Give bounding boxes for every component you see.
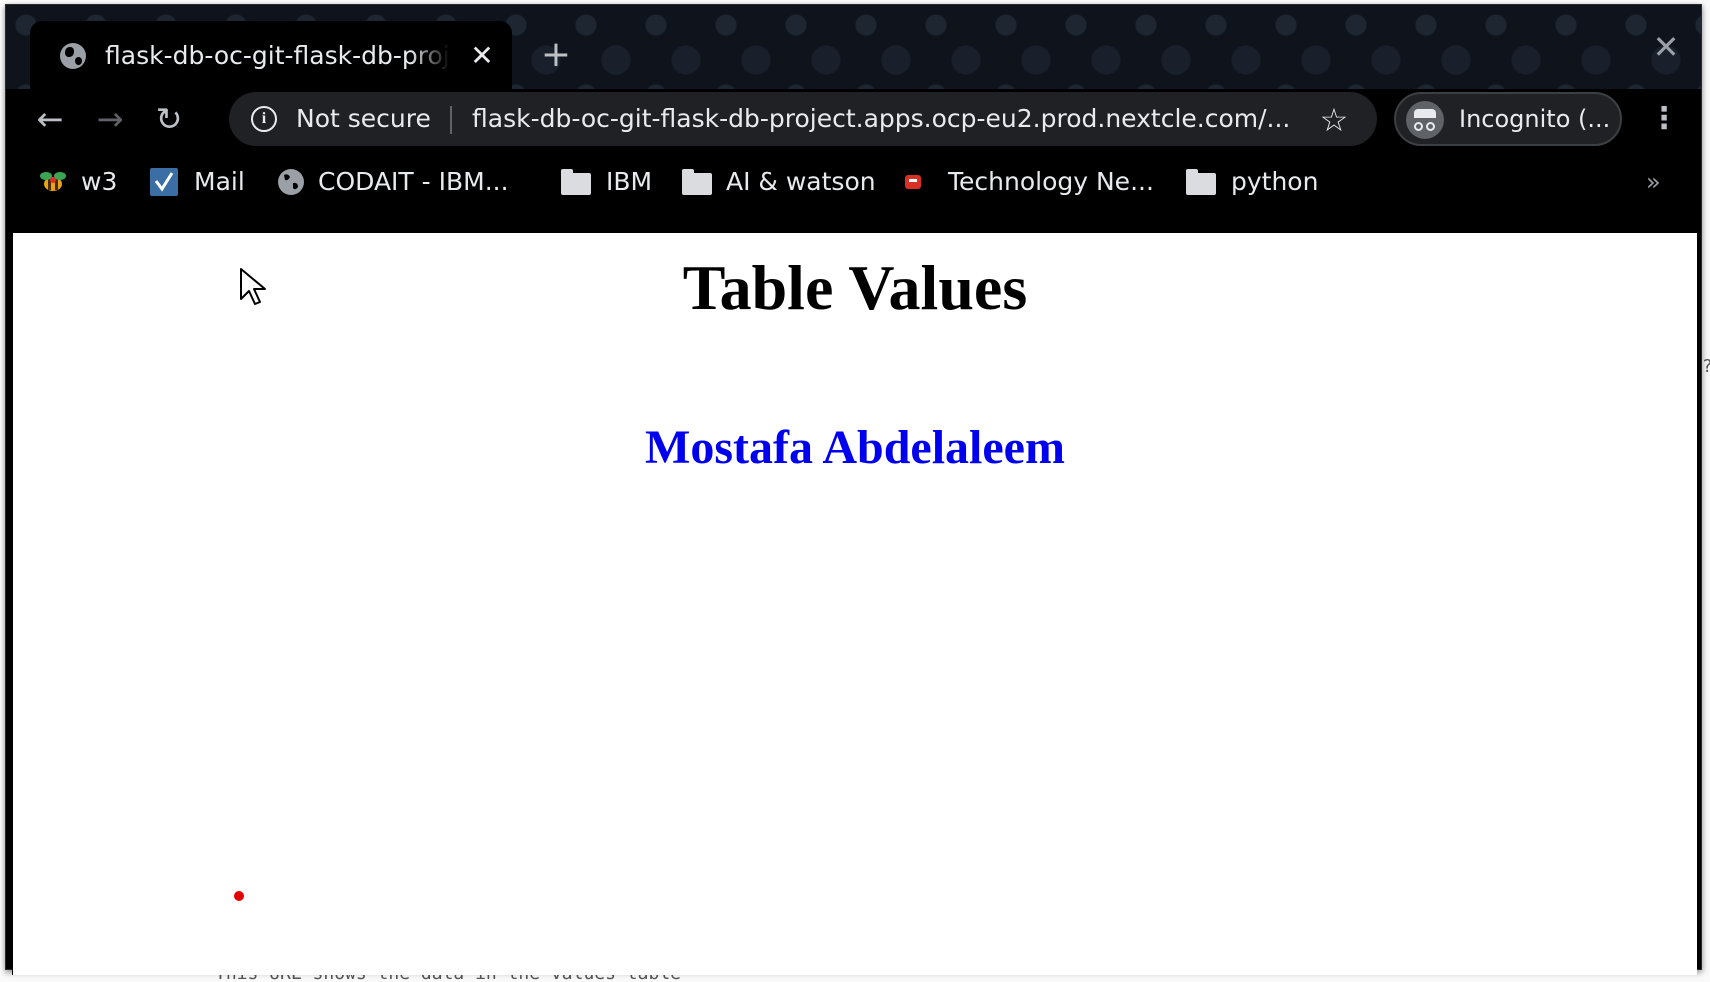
incognito-icon [1406,101,1444,139]
reload-button[interactable]: ↻ [147,97,191,141]
profile-button[interactable]: Incognito (... [1394,92,1622,146]
mouse-pointer-icon [240,268,266,305]
editor-fragment-right: ? [1702,356,1710,377]
folder-icon [561,169,591,195]
folder-icon [682,169,712,195]
globe-icon [60,43,86,69]
bookmark-folder-python[interactable]: python [1231,163,1318,201]
omnibox-divider [450,106,452,134]
profile-label: Incognito (... [1459,105,1611,133]
browser-window: flask-db-oc-git-flask-db-project ✕ + ✕ ←… [5,4,1702,975]
new-tab-button[interactable]: + [536,35,576,75]
recording-indicator [234,891,244,901]
bookmark-folder-ai-watson[interactable]: AI & watson [726,163,876,201]
tab-strip: flask-db-oc-git-flask-db-project ✕ + ✕ [6,5,1701,89]
window-close-button[interactable]: ✕ [1646,27,1686,67]
table-value: Mostafa Abdelaleem [645,421,1065,474]
news-icon [905,175,921,189]
bookmarks-overflow-button[interactable]: » [1646,163,1661,201]
tab-active[interactable]: flask-db-oc-git-flask-db-project ✕ [30,21,512,89]
bookmarks-bar: w3 Mail CODAIT - IBM... IBM AI & watson … [6,151,1701,213]
back-button[interactable]: ← [28,97,72,141]
info-icon[interactable]: i [251,106,277,132]
w3-bee-icon [40,172,66,191]
bookmark-codait[interactable]: CODAIT - IBM... [318,163,509,201]
close-tab-icon[interactable]: ✕ [465,39,499,73]
bookmark-technology-news[interactable]: Technology Ne... [948,163,1154,201]
folder-icon [1186,169,1216,195]
tab-title: flask-db-oc-git-flask-db-project [105,39,450,73]
forward-button[interactable]: → [88,97,132,141]
bookmark-mail[interactable]: Mail [194,163,245,201]
security-status[interactable]: Not secure [296,102,431,136]
bookmark-folder-ibm[interactable]: IBM [606,163,652,201]
navigation-toolbar: ← → ↻ i Not secure flask-db-oc-git-flask… [6,89,1701,151]
mail-check-icon [150,168,178,196]
globe-icon [278,169,304,195]
page-content: Table Values Mostafa Abdelaleem [12,233,1697,975]
bookmark-w3[interactable]: w3 [81,163,117,201]
address-bar[interactable]: i Not secure flask-db-oc-git-flask-db-pr… [229,92,1377,146]
desktop-background-right: ? [1702,0,1710,982]
bookmark-star-icon[interactable]: ☆ [1314,100,1354,140]
menu-dots-icon[interactable]: ⋮ [1649,97,1679,141]
url-text[interactable]: flask-db-oc-git-flask-db-project.apps.oc… [472,102,1290,136]
